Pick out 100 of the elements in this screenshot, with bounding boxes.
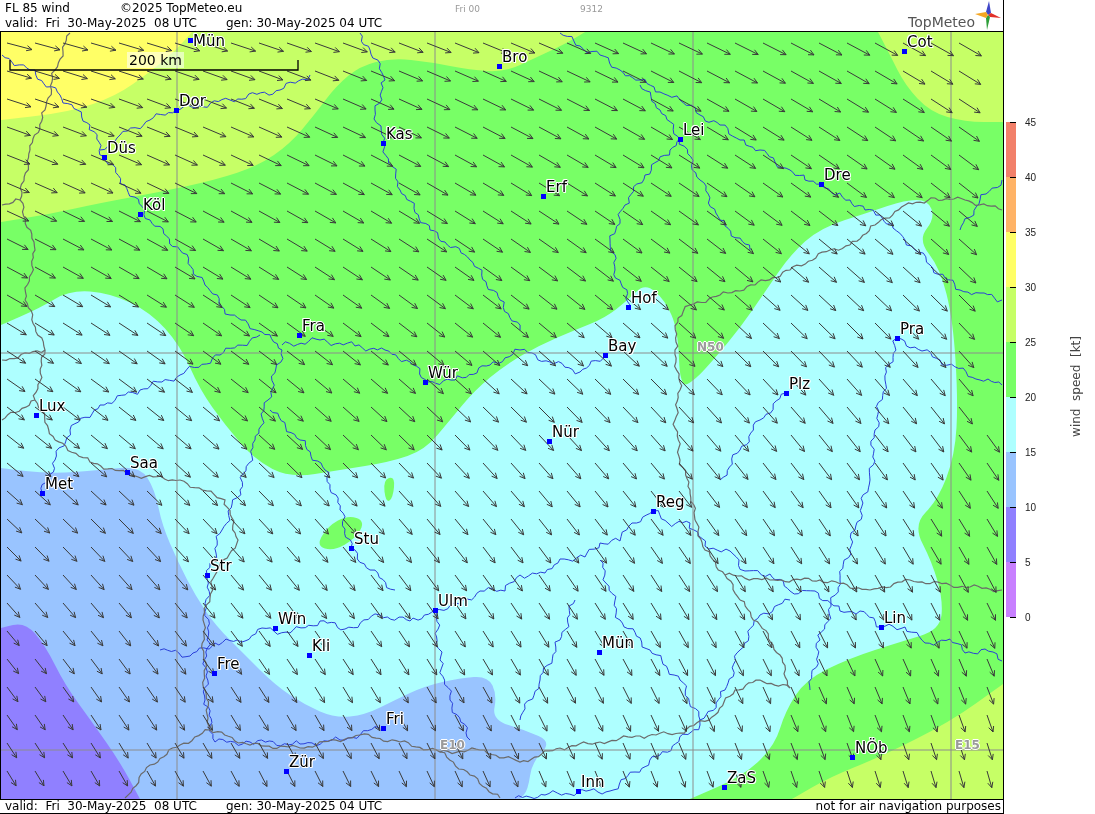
city-marker-icon (722, 785, 727, 790)
tick-mark (1010, 451, 1016, 453)
tick-label: 0 (1025, 611, 1031, 623)
city-marker-icon (576, 789, 581, 794)
copyright-text: ©2025 TopMeteo.eu (120, 1, 244, 16)
tick-label: 40 (1025, 171, 1037, 183)
compass-star-icon (975, 1, 1001, 30)
city-marker-icon (102, 155, 107, 160)
logo-text: TopMeteo (908, 14, 975, 31)
city-marker-icon (626, 305, 631, 310)
city-marker-icon (497, 64, 502, 69)
city-label: Stu (354, 531, 379, 547)
city-label: Reg (656, 494, 685, 510)
city-marker-icon (188, 38, 193, 43)
city-marker-icon (651, 509, 656, 514)
city-label: Fra (302, 318, 325, 334)
tick-label: 10 (1025, 501, 1037, 513)
city-label: Fri (386, 711, 404, 727)
city-label: Kas (386, 126, 413, 142)
city-marker-icon (784, 391, 789, 396)
scale-label: 200 km (127, 52, 184, 68)
city-label: Bro (502, 49, 528, 65)
city-marker-icon (125, 470, 130, 475)
city-marker-icon (212, 671, 217, 676)
city-label: Lei (683, 122, 705, 138)
city-label: Dre (824, 167, 851, 183)
legend-title: wind speed [kt] (1069, 336, 1084, 437)
city-marker-icon (138, 212, 143, 217)
city-label: Köl (143, 197, 166, 213)
city-marker-icon (423, 380, 428, 385)
city-label: Wür (428, 365, 458, 381)
city-label: Bay (608, 338, 637, 354)
city-label: Met (45, 476, 74, 492)
city-marker-icon (547, 439, 552, 444)
city-marker-icon (678, 137, 683, 142)
valid-time: valid: Fri 30-May-2025 08 UTC (5, 800, 198, 813)
tick-mark (1010, 616, 1016, 618)
tick-mark (1010, 396, 1016, 398)
city-marker-icon (174, 108, 179, 113)
city-marker-icon (349, 546, 354, 551)
city-label: Cot (907, 34, 933, 50)
tick-mark (1010, 506, 1016, 508)
city-label: Dor (179, 93, 206, 109)
tick-label: 30 (1025, 281, 1037, 293)
city-label: Kli (312, 638, 331, 654)
city-marker-icon (34, 413, 39, 418)
city-label: Pra (900, 321, 925, 337)
tick-label: 5 (1025, 556, 1031, 568)
grid-label: E15 (955, 738, 980, 752)
grid-label: E10 (440, 738, 465, 752)
tick-label: 25 (1025, 336, 1037, 348)
tick-mark (1010, 121, 1016, 123)
run-label: Fri 00 (455, 3, 482, 16)
city-label: Saa (130, 455, 158, 471)
city-marker-icon (40, 491, 45, 496)
tick-mark (1010, 286, 1016, 288)
tick-mark (1010, 176, 1016, 178)
disclaimer-text: not for air navigation purposes (815, 800, 1002, 813)
tick-label: 45 (1025, 116, 1037, 128)
city-label: Str (210, 558, 232, 574)
city-marker-icon (284, 769, 289, 774)
city-marker-icon (273, 626, 278, 631)
tick-mark (1010, 231, 1016, 233)
city-marker-icon (819, 182, 824, 187)
city-label: Hof (631, 290, 657, 306)
tick-label: 15 (1025, 446, 1037, 458)
city-marker-icon (895, 336, 900, 341)
generated-time: gen: 30-May-2025 04 UTC (226, 16, 383, 31)
city-marker-icon (381, 141, 386, 146)
tick-label: 35 (1025, 226, 1037, 238)
city-label: NÖb (855, 740, 888, 756)
city-label: Mün (602, 635, 634, 651)
city-label: Mün (193, 33, 225, 49)
city-marker-icon (297, 333, 302, 338)
city-label: Ulm (438, 593, 468, 609)
tick-label: 20 (1025, 391, 1037, 403)
generated-time: gen: 30-May-2025 04 UTC (226, 800, 383, 813)
city-marker-icon (902, 49, 907, 54)
city-marker-icon (433, 608, 438, 613)
city-marker-icon (597, 650, 602, 655)
valid-time: valid: Fri 30-May-2025 08 UTC (5, 16, 198, 31)
city-marker-icon (603, 353, 608, 358)
city-marker-icon (850, 755, 855, 760)
grid-label: N50 (697, 340, 724, 354)
city-marker-icon (381, 726, 386, 731)
city-marker-icon (541, 194, 546, 199)
city-label: Lin (884, 610, 907, 626)
city-label: Nür (552, 424, 579, 440)
tick-mark (1010, 341, 1016, 343)
city-marker-icon (879, 625, 884, 630)
city-marker-icon (205, 573, 210, 578)
tick-mark (1010, 561, 1016, 563)
city-label: Inn (581, 774, 605, 790)
city-marker-icon (307, 653, 312, 658)
city-label: Düs (107, 140, 136, 156)
map-title: FL 85 wind (5, 1, 71, 16)
code-label: 9312 (580, 3, 603, 16)
city-label: Lux (39, 398, 66, 414)
city-label: Plz (789, 376, 811, 392)
city-label: Zür (289, 754, 315, 770)
